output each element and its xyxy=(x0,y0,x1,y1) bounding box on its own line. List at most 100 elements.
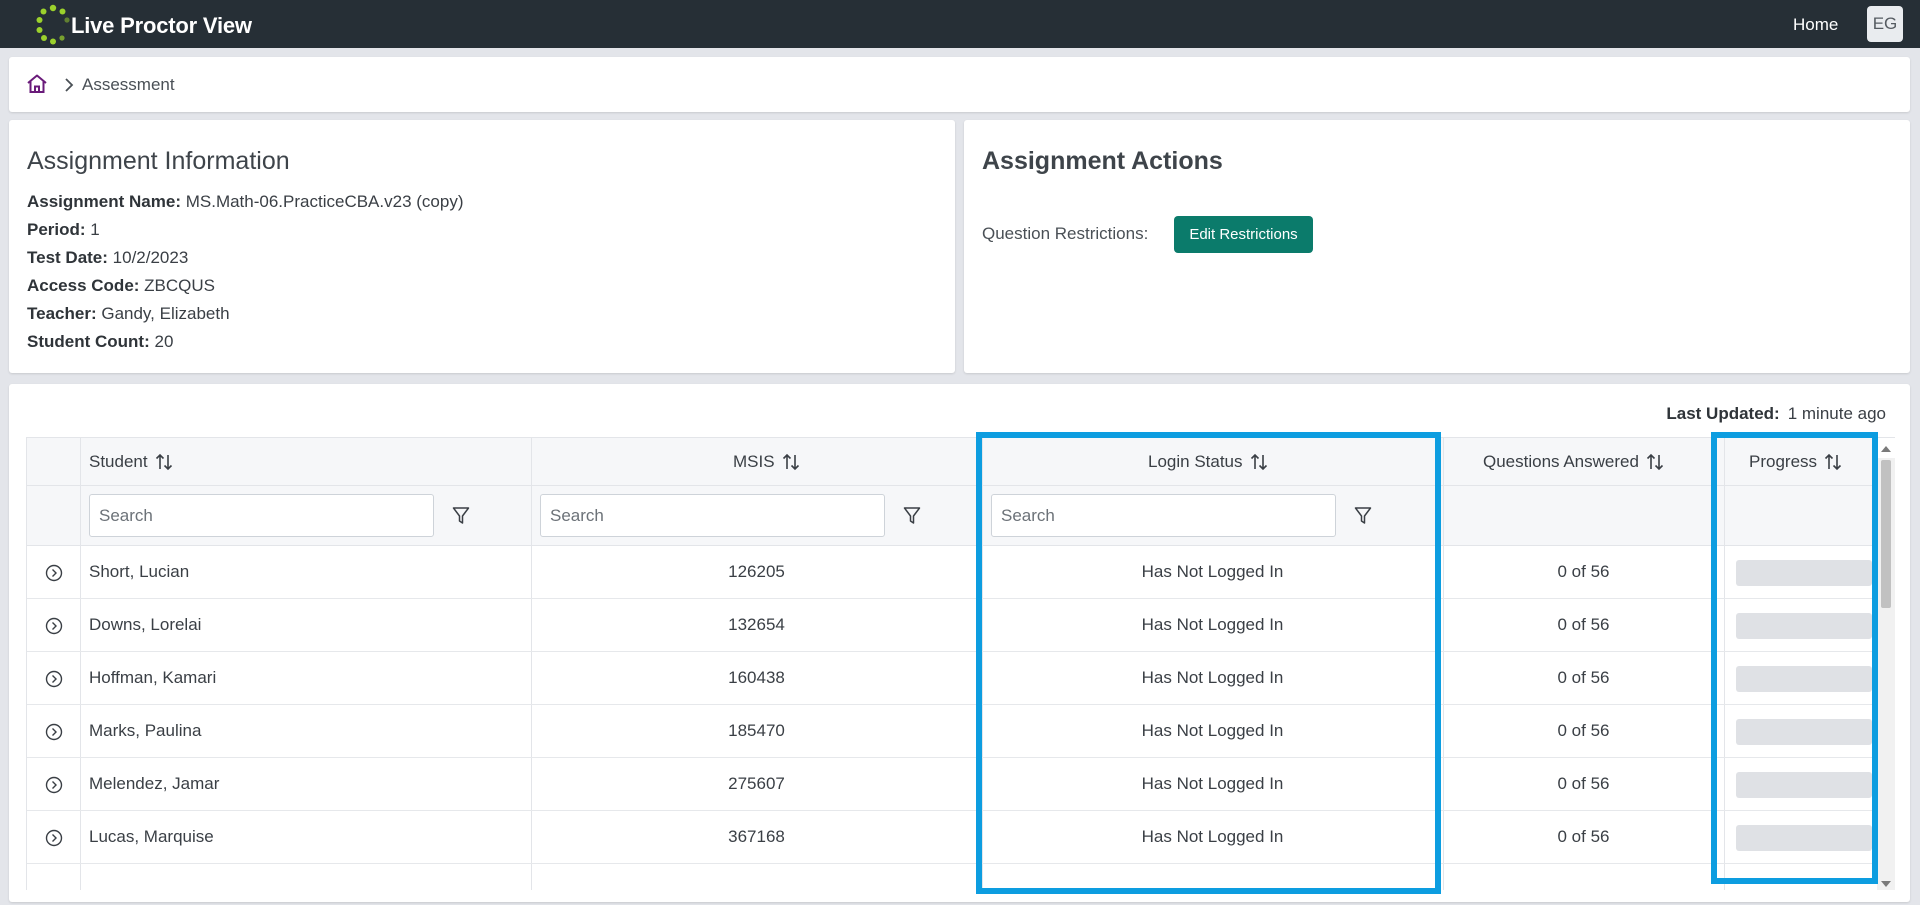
expand-row-icon[interactable] xyxy=(45,617,63,635)
msis-value: 185470 xyxy=(728,721,785,740)
assignment-name-label: Assignment Name: xyxy=(27,192,181,211)
student-header-label: Student xyxy=(89,452,148,471)
sort-icon[interactable] xyxy=(1249,452,1269,472)
test-date-value: 10/2/2023 xyxy=(112,248,189,267)
home-nav-link[interactable]: Home xyxy=(1793,15,1838,35)
teacher-line: Teacher: Gandy, Elizabeth xyxy=(27,304,230,324)
assignment-name-line: Assignment Name: MS.Math-06.PracticeCBA.… xyxy=(27,192,463,212)
expand-row-icon[interactable] xyxy=(45,670,63,688)
test-date-line: Test Date: 10/2/2023 xyxy=(27,248,188,268)
msis-value: 160438 xyxy=(728,668,785,687)
period-label: Period: xyxy=(27,220,86,239)
student-name: Downs, Lorelai xyxy=(89,615,202,634)
login-status-value: Has Not Logged In xyxy=(1141,562,1284,581)
expand-row-icon[interactable] xyxy=(45,829,63,847)
scroll-down-arrow-icon[interactable] xyxy=(1881,881,1891,887)
questions-answered-value: 0 of 56 xyxy=(1557,615,1610,634)
msis-value: 132654 xyxy=(728,615,785,634)
table-row[interactable]: Marks, Paulina 185470 Has Not Logged In … xyxy=(27,705,1877,758)
column-header-progress[interactable]: Progress xyxy=(1749,452,1843,472)
msis-value: 275607 xyxy=(728,774,785,793)
login-status-value: Has Not Logged In xyxy=(1141,827,1284,846)
edit-restrictions-button[interactable]: Edit Restrictions xyxy=(1174,216,1313,253)
student-count-label: Student Count: xyxy=(27,332,150,351)
msis-header-label: MSIS xyxy=(733,452,775,471)
msis-value: 367168 xyxy=(728,827,785,846)
expand-row-icon[interactable] xyxy=(45,776,63,794)
teacher-label: Teacher: xyxy=(27,304,97,323)
progress-bar xyxy=(1736,560,1872,586)
student-name: Melendez, Jamar xyxy=(89,774,220,793)
student-search-input[interactable] xyxy=(89,494,434,537)
app-logo-icon xyxy=(36,4,70,45)
table-row[interactable]: Hoffman, Kamari 160438 Has Not Logged In… xyxy=(27,652,1877,705)
assignment-name-value: MS.Math-06.PracticeCBA.v23 (copy) xyxy=(185,192,464,211)
table-row[interactable]: Short, Lucian 126205 Has Not Logged In 0… xyxy=(27,546,1877,599)
msis-value: 126205 xyxy=(728,562,785,581)
questions-answered-value: 0 of 56 xyxy=(1557,668,1610,687)
login-status-value: Has Not Logged In xyxy=(1141,774,1284,793)
login-status-value: Has Not Logged In xyxy=(1141,721,1284,740)
home-icon[interactable] xyxy=(26,74,48,94)
student-name: Marks, Paulina xyxy=(89,721,202,740)
student-table-card: Last Updated: 1 minute ago Student MSIS L… xyxy=(9,384,1910,902)
login-status-value: Has Not Logged In xyxy=(1141,668,1284,687)
test-date-label: Test Date: xyxy=(27,248,108,267)
assignment-information-card: Assignment Information Assignment Name: … xyxy=(9,120,955,373)
student-name: Hoffman, Kamari xyxy=(89,668,217,687)
question-restrictions-label: Question Restrictions: xyxy=(982,224,1149,243)
table-row[interactable]: Lucas, Marquise 367168 Has Not Logged In… xyxy=(27,811,1877,864)
sort-icon[interactable] xyxy=(781,452,801,472)
scroll-up-arrow-icon[interactable] xyxy=(1881,446,1891,452)
table-row[interactable]: Melendez, Jamar 275607 Has Not Logged In… xyxy=(27,758,1877,811)
period-line: Period: 1 xyxy=(27,220,100,240)
app-title: Live Proctor View xyxy=(71,13,252,38)
student-filter-icon[interactable] xyxy=(452,506,470,526)
progress-header-label: Progress xyxy=(1749,452,1818,471)
access-code-label: Access Code: xyxy=(27,276,140,295)
questions-answered-value: 0 of 56 xyxy=(1557,562,1610,581)
last-updated: Last Updated: 1 minute ago xyxy=(1666,404,1886,424)
breadcrumb-current: Assessment xyxy=(82,75,175,94)
progress-bar xyxy=(1736,772,1872,798)
assignment-information-title: Assignment Information xyxy=(27,147,290,175)
login-status-header-label: Login Status xyxy=(1148,452,1243,471)
student-count-value: 20 xyxy=(154,332,174,351)
period-value: 1 xyxy=(90,220,100,239)
last-updated-value: 1 minute ago xyxy=(1787,404,1886,423)
student-name: Lucas, Marquise xyxy=(89,827,214,846)
column-header-student[interactable]: Student xyxy=(89,452,174,472)
expand-row-icon[interactable] xyxy=(45,564,63,582)
access-code-value: ZBCQUS xyxy=(144,276,216,295)
progress-bar xyxy=(1736,719,1872,745)
questions-answered-value: 0 of 56 xyxy=(1557,721,1610,740)
user-avatar[interactable]: EG xyxy=(1867,6,1903,42)
sort-icon[interactable] xyxy=(1823,452,1843,472)
progress-bar xyxy=(1736,613,1872,639)
msis-filter-icon[interactable] xyxy=(903,506,921,526)
msis-search-input[interactable] xyxy=(540,494,885,537)
column-header-msis[interactable]: MSIS xyxy=(733,452,801,472)
questions-answered-value: 0 of 56 xyxy=(1557,774,1610,793)
expand-row-icon[interactable] xyxy=(45,723,63,741)
table-row[interactable]: Downs, Lorelai 132654 Has Not Logged In … xyxy=(27,599,1877,652)
column-header-questions-answered[interactable]: Questions Answered xyxy=(1483,452,1665,472)
login-status-search-input[interactable] xyxy=(991,494,1336,537)
assignment-actions-card: Assignment Actions Question Restrictions… xyxy=(964,120,1910,373)
vertical-scrollbar[interactable] xyxy=(1877,446,1895,890)
breadcrumb: Assessment xyxy=(9,57,1910,112)
questions-answered-value: 0 of 56 xyxy=(1557,827,1610,846)
scrollbar-thumb[interactable] xyxy=(1881,460,1891,608)
student-name: Short, Lucian xyxy=(89,562,190,581)
access-code-line: Access Code: ZBCQUS xyxy=(27,276,215,296)
student-count-line: Student Count: 20 xyxy=(27,332,173,352)
login-status-filter-icon[interactable] xyxy=(1354,506,1372,526)
questions-answered-header-label: Questions Answered xyxy=(1483,452,1639,471)
top-nav-bar: Live Proctor View Home EG xyxy=(0,0,1920,48)
chevron-right-icon xyxy=(65,78,74,92)
sort-icon[interactable] xyxy=(1645,452,1665,472)
column-header-login-status[interactable]: Login Status xyxy=(1148,452,1269,472)
progress-bar xyxy=(1736,666,1872,692)
sort-icon[interactable] xyxy=(154,452,174,472)
assignment-actions-title: Assignment Actions xyxy=(982,147,1223,175)
